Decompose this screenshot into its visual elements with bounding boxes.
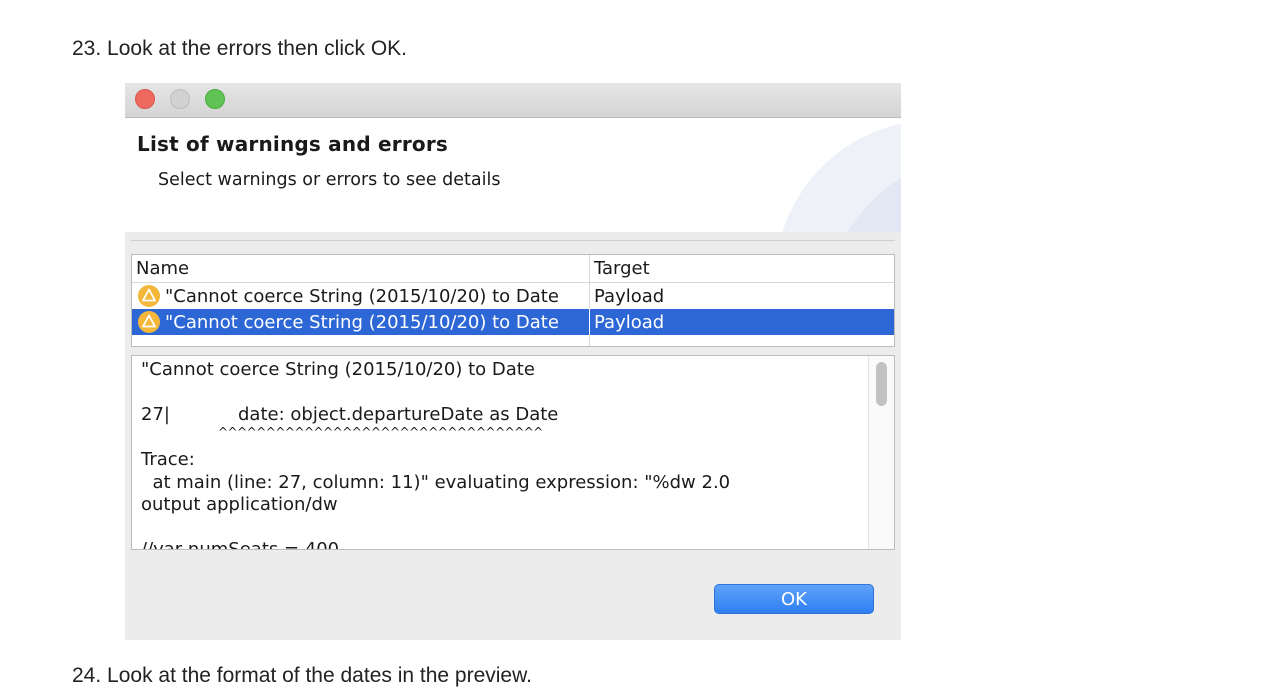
window-titlebar — [125, 83, 901, 118]
column-header-name[interactable]: Name — [136, 258, 189, 279]
ok-button[interactable]: OK — [714, 584, 874, 614]
details-line-code: date: object.departureDate as Date — [238, 404, 559, 425]
zoom-window-button[interactable] — [205, 89, 225, 109]
header-separator — [131, 240, 895, 241]
warning-icon — [138, 311, 160, 333]
details-line-var: //var numSeats = 400 — [141, 539, 340, 550]
table-row-selected[interactable]: "Cannot coerce String (2015/10/20) to Da… — [132, 309, 894, 335]
selected-column-divider — [589, 309, 590, 335]
details-carets: ^^^^^^^^^^^^^^^^^^^^^^^^^^^^^^^^^^ — [218, 425, 543, 439]
details-line-trace: Trace: — [141, 449, 195, 470]
row-target-cell: Payload — [594, 285, 665, 307]
dialog-subtitle: Select warnings or errors to see details — [158, 170, 501, 190]
row-name-text: "Cannot coerce String (2015/10/20) to Da… — [165, 311, 559, 333]
details-scroll-thumb[interactable] — [876, 362, 887, 406]
details-line-message: "Cannot coerce String (2015/10/20) to Da… — [141, 359, 535, 380]
details-line-output: output application/dw — [141, 494, 338, 515]
close-window-button[interactable] — [135, 89, 155, 109]
row-name-cell: "Cannot coerce String (2015/10/20) to Da… — [138, 309, 559, 335]
error-details-textarea[interactable]: "Cannot coerce String (2015/10/20) to Da… — [131, 355, 895, 550]
warnings-dialog: List of warnings and errors Select warni… — [125, 83, 901, 640]
details-scrollbar[interactable] — [868, 356, 894, 549]
step-24-text: 24. Look at the format of the dates in t… — [72, 664, 532, 687]
column-header-target[interactable]: Target — [594, 258, 650, 279]
row-name-cell: "Cannot coerce String (2015/10/20) to Da… — [138, 283, 559, 309]
dialog-title: List of warnings and errors — [137, 132, 448, 156]
row-name-text: "Cannot coerce String (2015/10/20) to Da… — [165, 285, 559, 307]
details-line-number: 27| — [141, 404, 170, 425]
warning-icon — [138, 285, 160, 307]
warnings-table: Name Target "Cannot coerce String (2015/… — [131, 254, 895, 347]
details-line-location: at main (line: 27, column: 11)" evaluati… — [141, 472, 731, 493]
table-header: Name Target — [132, 255, 894, 283]
row-target-cell: Payload — [594, 311, 665, 333]
minimize-window-button[interactable] — [170, 89, 190, 109]
dialog-header: List of warnings and errors Select warni… — [125, 118, 901, 232]
table-row[interactable]: "Cannot coerce String (2015/10/20) to Da… — [132, 283, 894, 309]
step-23-text: 23. Look at the errors then click OK. — [72, 37, 407, 60]
